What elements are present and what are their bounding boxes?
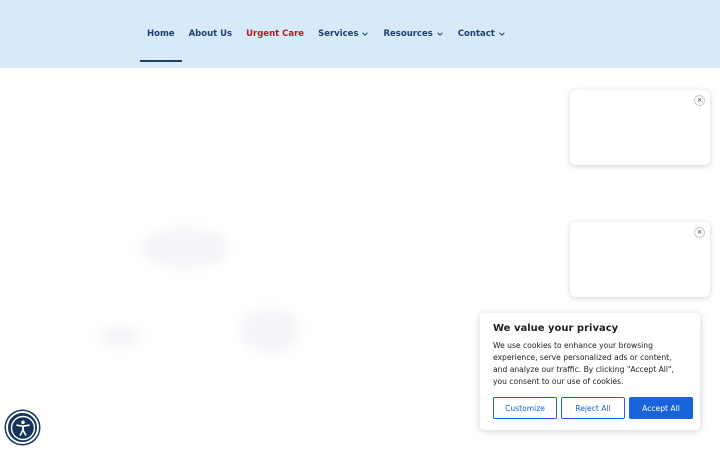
- customize-button[interactable]: Customize: [493, 397, 557, 419]
- hero-background-shape: [100, 326, 140, 348]
- site-header: Home About Us Urgent Care Services Resou…: [0, 0, 720, 68]
- notification-card-2: ×: [570, 222, 710, 297]
- accept-all-button[interactable]: Accept All: [629, 397, 693, 419]
- chevron-down-icon: [362, 32, 369, 36]
- close-icon[interactable]: ×: [694, 95, 705, 106]
- nav-home-label: Home: [147, 29, 175, 39]
- accessibility-icon: [10, 415, 35, 440]
- nav-home[interactable]: Home: [140, 0, 182, 68]
- cookie-actions: Customize Reject All Accept All: [493, 397, 693, 419]
- hero-background-shape: [140, 228, 230, 268]
- main-nav: Home About Us Urgent Care Services Resou…: [140, 0, 513, 68]
- chevron-down-icon: [499, 32, 505, 36]
- nav-urgent-label: Urgent Care: [246, 29, 305, 39]
- chevron-down-icon: [437, 32, 443, 36]
- notification-card-1: ×: [570, 90, 710, 165]
- cookie-text: We use cookies to enhance your browsing …: [493, 341, 674, 386]
- nav-services-label: Services: [318, 29, 359, 39]
- nav-contact-label: Contact: [457, 29, 495, 39]
- nav-urgent-care[interactable]: Urgent Care: [239, 0, 311, 68]
- nav-resources[interactable]: Resources: [376, 0, 450, 68]
- nav-contact[interactable]: Contact: [451, 0, 513, 68]
- cookie-title: We value your privacy: [493, 323, 619, 334]
- cookie-consent-banner: We value your privacy We use cookies to …: [480, 313, 700, 430]
- nav-about-label: About Us: [188, 29, 233, 39]
- nav-resources-label: Resources: [383, 29, 433, 39]
- nav-about-us[interactable]: About Us: [182, 0, 240, 68]
- nav-services[interactable]: Services: [311, 0, 376, 68]
- hero-background-shape: [240, 308, 300, 353]
- close-icon[interactable]: ×: [694, 227, 705, 238]
- accessibility-button[interactable]: [6, 411, 39, 444]
- reject-all-button[interactable]: Reject All: [561, 397, 625, 419]
